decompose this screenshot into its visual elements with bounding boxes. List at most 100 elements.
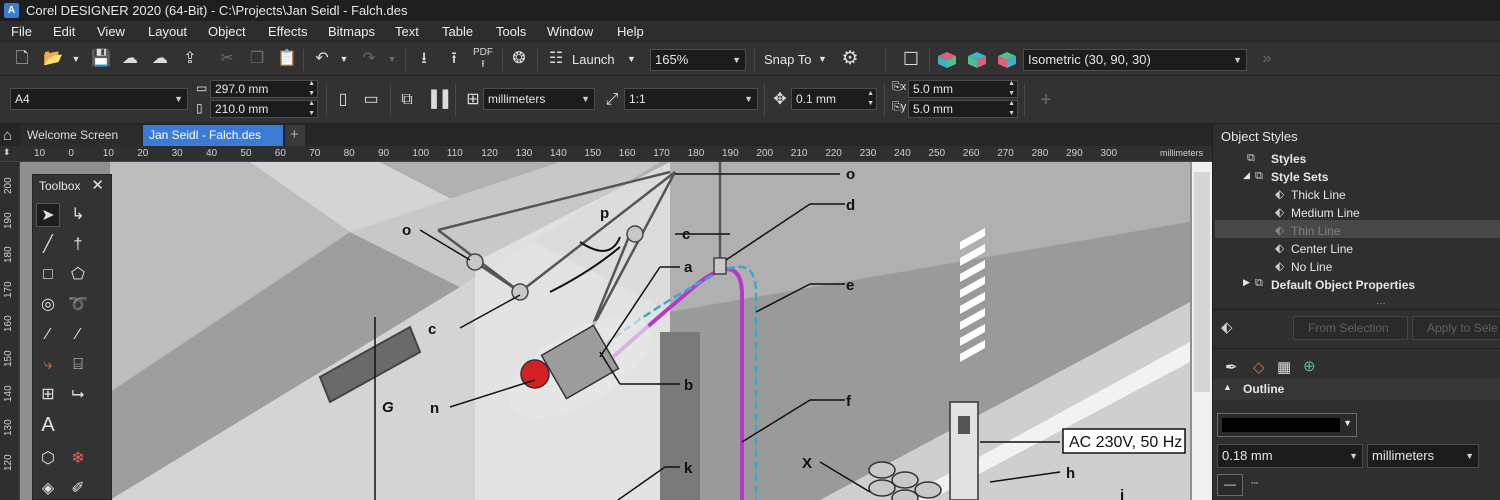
menu-window[interactable]: Window [547, 24, 593, 39]
redo-icon[interactable]: ↷ [357, 47, 381, 71]
import-icon[interactable]: ⭳ [412, 47, 436, 71]
cut-icon[interactable]: ✂ [215, 47, 239, 71]
pen-tool-icon[interactable]: ⁄ [66, 323, 90, 347]
duplicate-y-spinner[interactable]: ▲ ▼ [1008, 101, 1015, 117]
snap-to-chevron-down-icon[interactable]: ▼ [818, 54, 827, 64]
spiral-tool-icon[interactable]: ➰ [66, 293, 90, 317]
toolbox-panel[interactable]: Toolbox ✕ ➤ ↳ ╱ † □ ⬠ ◎ ➰ ∕ ⁄ ⤷ ⌸ ⊞ ⮡ A … [32, 174, 112, 500]
cloud-download-icon[interactable]: ☁ [118, 47, 142, 71]
application-launcher-icon[interactable]: ☷ [544, 47, 568, 71]
cylinder-tool-icon[interactable]: ⌸ [66, 353, 90, 377]
page-height-spinner[interactable]: ▲ ▼ [308, 101, 315, 117]
apply-style-icon[interactable]: ⬖ [1221, 318, 1233, 336]
drawing-canvas[interactable]: o p c o d a e c b G n f k X h i AC 230V,… [20, 162, 1212, 500]
line-style-dashed-icon[interactable]: ┄ [1251, 476, 1258, 490]
tree-item-default-object-properties[interactable]: Default Object Properties [1271, 278, 1415, 292]
open-recent-chevron-down-icon[interactable]: ▼ [64, 47, 88, 71]
toolbar-overflow-icon[interactable]: » [1255, 47, 1279, 71]
text-tool-icon[interactable]: A [36, 413, 60, 437]
line-style-solid-icon[interactable]: — [1217, 474, 1243, 496]
projection-cube-front-icon[interactable] [968, 52, 986, 68]
line-tool-icon[interactable]: ∕ [36, 323, 60, 347]
transparency-checker-icon[interactable]: ▦ [1277, 358, 1291, 376]
menu-view[interactable]: View [97, 24, 125, 39]
home-icon[interactable]: ⌂ [3, 127, 12, 144]
paste-icon[interactable]: 📋 [275, 47, 299, 71]
tree-item-style-sets[interactable]: Style Sets [1271, 170, 1328, 184]
current-page-icon[interactable]: ▐▐ [425, 88, 449, 112]
portrait-orientation-icon[interactable]: ▯ [331, 88, 355, 112]
add-property-plus-icon[interactable]: ⊕ [1303, 357, 1316, 375]
tab-welcome-screen[interactable]: Welcome Screen [21, 125, 141, 146]
fill-bucket-icon[interactable]: ❄ [66, 447, 90, 471]
zoom-level-select[interactable]: 165% ▼ [650, 49, 746, 71]
outline-section-header[interactable]: ▲ Outline [1213, 378, 1500, 400]
options-gear-icon[interactable]: ⚙ [838, 47, 862, 71]
crop-line-icon[interactable]: ╱ [36, 233, 60, 257]
menu-bitmaps[interactable]: Bitmaps [328, 24, 375, 39]
interactive-fill-icon[interactable]: ◈ [36, 477, 60, 500]
all-pages-icon[interactable]: ⧉ [395, 88, 419, 112]
menu-tools[interactable]: Tools [496, 24, 526, 39]
undo-icon[interactable]: ↶ [310, 47, 334, 71]
launch-chevron-down-icon[interactable]: ▼ [627, 54, 636, 64]
snap-to-label[interactable]: Snap To [764, 52, 811, 67]
tree-item-styles[interactable]: Styles [1271, 152, 1306, 166]
close-icon[interactable]: ✕ [91, 176, 104, 194]
full-screen-preview-icon[interactable]: ☐ [899, 47, 923, 71]
projection-select[interactable]: Isometric (30, 90, 30) ▼ [1023, 49, 1247, 71]
export-icon[interactable]: ⭱ [442, 47, 466, 71]
tree-item-center-line[interactable]: Center Line [1291, 242, 1353, 256]
rectangle-tool-icon[interactable]: □ [36, 263, 60, 287]
menu-object[interactable]: Object [208, 24, 246, 39]
menu-table[interactable]: Table [442, 24, 473, 39]
expand-chevron-down-icon[interactable]: ◢ [1243, 170, 1250, 181]
apply-to-selection-button[interactable]: Apply to Sele [1412, 316, 1500, 340]
pick-tool-icon[interactable]: ➤ [36, 203, 60, 227]
ruler-origin-icon[interactable]: ⬍ [3, 147, 11, 158]
drawing-scale-select[interactable]: 1:1 ▼ [624, 88, 758, 110]
new-document-icon[interactable]: 🗋 [10, 47, 34, 71]
eyedropper-icon[interactable]: ✐ [66, 477, 90, 500]
tree-item-medium-line[interactable]: Medium Line [1291, 206, 1360, 220]
tree-item-thick-line[interactable]: Thick Line [1291, 188, 1346, 202]
drawing-scale-icon[interactable]: ⤢ [600, 88, 624, 112]
duplicate-x-field[interactable]: 5.0 mm ▲ ▼ [908, 80, 1018, 98]
projection-cube-side-icon[interactable] [998, 52, 1016, 68]
splitter-handle[interactable]: … [1376, 296, 1386, 307]
launch-label[interactable]: Launch [572, 52, 615, 67]
duplicate-y-field[interactable]: 5.0 mm ▲ ▼ [908, 100, 1018, 118]
cloud-upload-icon[interactable]: ☁ [148, 47, 172, 71]
from-selection-button[interactable]: From Selection [1293, 316, 1408, 340]
redo-list-chevron-down-icon[interactable]: ▼ [380, 47, 404, 71]
landscape-orientation-icon[interactable]: ▭ [359, 88, 383, 112]
projection-cube-top-icon[interactable] [938, 52, 956, 68]
tab-falch-des[interactable]: Jan Seidl - Falch.des [143, 125, 283, 146]
corel-connect-icon[interactable]: ❂ [507, 47, 531, 71]
tree-item-no-line[interactable]: No Line [1291, 260, 1332, 274]
knife-tool-icon[interactable]: † [66, 233, 90, 257]
page-height-field[interactable]: 210.0 mm ▲ ▼ [210, 100, 318, 118]
outline-pen-icon[interactable]: ✒ [1225, 358, 1238, 376]
outline-color-picker[interactable]: ▼ [1217, 413, 1357, 437]
menu-effects[interactable]: Effects [268, 24, 308, 39]
collapse-chevron-up-icon[interactable]: ▲ [1223, 382, 1232, 392]
save-icon[interactable]: 💾 [89, 47, 113, 71]
outline-width-select[interactable]: 0.18 mm ▼ [1217, 444, 1363, 468]
page-width-spinner[interactable]: ▲ ▼ [308, 81, 315, 97]
add-toolbar-item-plus-icon[interactable]: + [1034, 88, 1058, 112]
page-width-field[interactable]: 297.0 mm ▲ ▼ [210, 80, 318, 98]
nudge-distance-spinner[interactable]: ▲ ▼ [867, 89, 874, 109]
menu-file[interactable]: File [11, 24, 32, 39]
menu-edit[interactable]: Edit [53, 24, 75, 39]
expand-chevron-right-icon[interactable]: ▶ [1243, 277, 1250, 288]
ellipse-tool-icon[interactable]: ◎ [36, 293, 60, 317]
connector-tool-icon[interactable]: ⤷ [36, 353, 60, 377]
copy-icon[interactable]: ❐ [245, 47, 269, 71]
drawing-units-select[interactable]: millimeters ▼ [483, 88, 595, 110]
shape-edit-icon[interactable]: ↳ [66, 203, 90, 227]
callout-tool-icon[interactable]: ⮡ [66, 383, 90, 407]
menu-text[interactable]: Text [395, 24, 419, 39]
duplicate-x-spinner[interactable]: ▲ ▼ [1008, 81, 1015, 97]
tree-item-thin-line[interactable]: Thin Line [1291, 224, 1340, 238]
